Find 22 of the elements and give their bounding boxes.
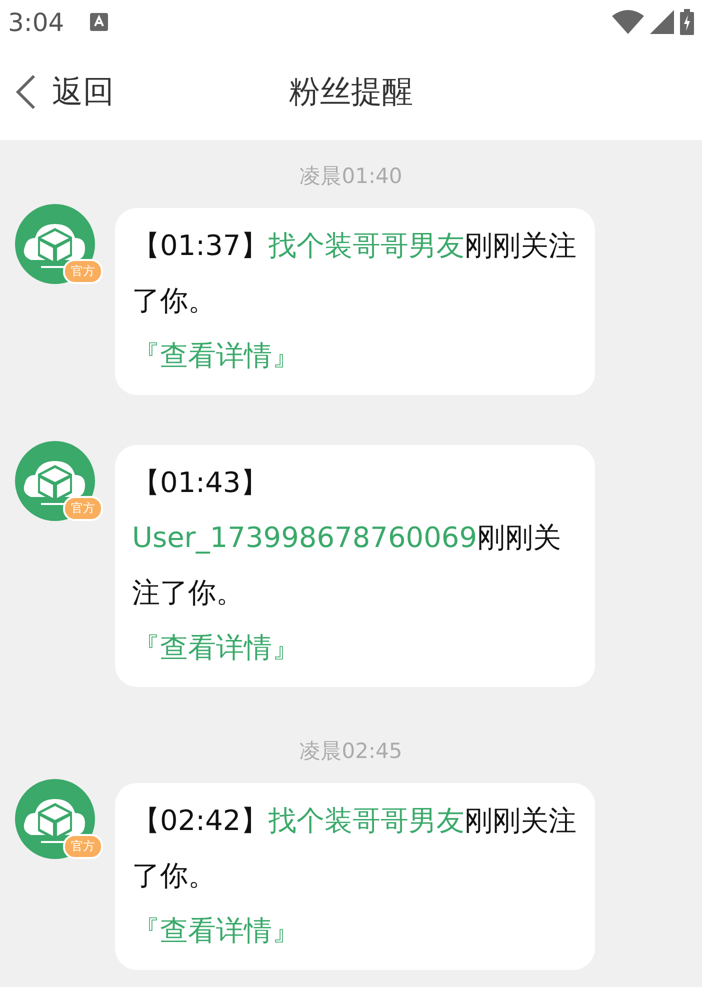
wifi-icon — [612, 10, 644, 34]
chevron-left-icon — [14, 74, 38, 110]
battery-icon — [680, 9, 694, 35]
message-text: 【01:37】找个装哥哥男友刚刚关注了你。 — [132, 228, 578, 319]
details-link[interactable]: 『查看详情』 — [132, 903, 300, 958]
page-title: 粉丝提醒 — [289, 73, 413, 112]
date-label: 凌晨01:40 — [300, 163, 402, 190]
official-badge: 官方 — [63, 834, 103, 859]
message-text: 【01:43】 User_173998678760069刚刚关注了你。 — [132, 465, 562, 611]
user-link[interactable]: User_173998678760069 — [132, 521, 478, 554]
signal-icon — [650, 10, 674, 34]
details-link[interactable]: 『查看详情』 — [132, 328, 300, 383]
status-time: 3:04 — [8, 8, 64, 36]
user-link[interactable]: 找个装哥哥男友 — [268, 804, 465, 837]
user-link[interactable]: 找个装哥哥男友 — [268, 229, 465, 262]
date-label: 凌晨02:45 — [300, 738, 402, 765]
official-badge: 官方 — [63, 496, 103, 521]
official-badge: 官方 — [63, 259, 103, 284]
details-link[interactable]: 『查看详情』 — [132, 620, 300, 675]
notification-icon — [90, 13, 108, 31]
message-text: 【02:42】找个装哥哥男友刚刚关注了你。 — [132, 803, 578, 894]
back-button[interactable]: 返回 — [0, 71, 114, 113]
